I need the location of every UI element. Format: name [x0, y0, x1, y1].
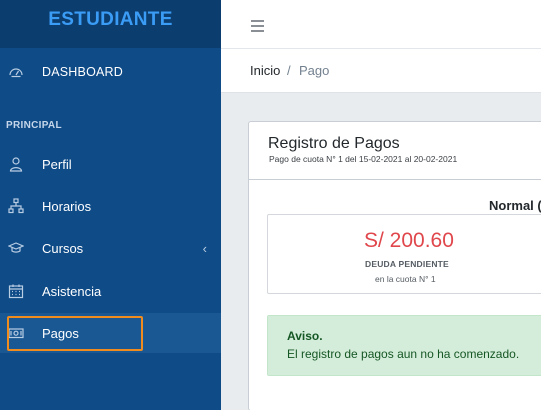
sidebar-item-horarios[interactable]: Horarios [0, 186, 221, 226]
plan-label: Normal ( [489, 198, 541, 213]
active-item-highlight [7, 316, 143, 351]
payment-card: Registro de Pagos Pago de cuota N° 1 del… [248, 121, 541, 410]
debt-amount: S/ 200.60 [364, 229, 454, 252]
calendar-icon [8, 283, 24, 299]
breadcrumb-home[interactable]: Inicio [250, 63, 280, 78]
sidebar-item-label: Asistencia [42, 283, 102, 299]
sidebar-item-asistencia[interactable]: Asistencia [0, 271, 221, 311]
card-title: Registro de Pagos [268, 135, 400, 152]
sidebar-item-perfil[interactable]: Perfil [0, 144, 221, 184]
debt-summary-box: S/ 200.60 DEUDA PENDIENTE en la cuota N°… [267, 214, 541, 294]
debt-label: DEUDA PENDIENTE [365, 259, 449, 269]
alert-title: Aviso. [287, 329, 323, 343]
sidebar-item-dashboard[interactable]: DASHBOARD [0, 52, 221, 92]
sidebar-item-label: DASHBOARD [42, 65, 123, 79]
hamburger-icon[interactable] [251, 20, 264, 32]
sidebar-item-label: Horarios [42, 198, 92, 214]
breadcrumb: Inicio / Pago [221, 49, 541, 93]
sidebar-item-label: Perfil [42, 156, 72, 172]
debt-note: en la cuota N° 1 [375, 274, 436, 284]
sidebar-item-label: Cursos [42, 240, 84, 256]
notice-alert: Aviso. El registro de pagos aun no ha co… [267, 315, 541, 376]
alert-text: El registro de pagos aun no ha comenzado… [287, 347, 520, 361]
sidebar-item-cursos[interactable]: Cursos ‹ [0, 228, 221, 268]
speedometer-icon [8, 64, 24, 80]
sidebar: ESTUDIANTE DASHBOARD PRINCIPAL Perfil Ho… [0, 0, 221, 410]
graduation-cap-icon [8, 240, 24, 256]
card-header: Registro de Pagos Pago de cuota N° 1 del… [249, 122, 541, 180]
breadcrumb-separator: / [287, 63, 291, 78]
sidebar-brand[interactable]: ESTUDIANTE [0, 0, 221, 48]
top-header [221, 0, 541, 49]
sidebar-section-title: PRINCIPAL [6, 120, 62, 131]
brand-title[interactable]: ESTUDIANTE [48, 9, 172, 31]
card-subtitle: Pago de cuota N° 1 del 15-02-2021 al 20-… [269, 154, 458, 164]
user-icon [8, 156, 24, 172]
chevron-left-icon[interactable]: ‹ [203, 241, 207, 256]
breadcrumb-current: Pago [299, 63, 330, 78]
sitemap-icon [8, 198, 24, 214]
